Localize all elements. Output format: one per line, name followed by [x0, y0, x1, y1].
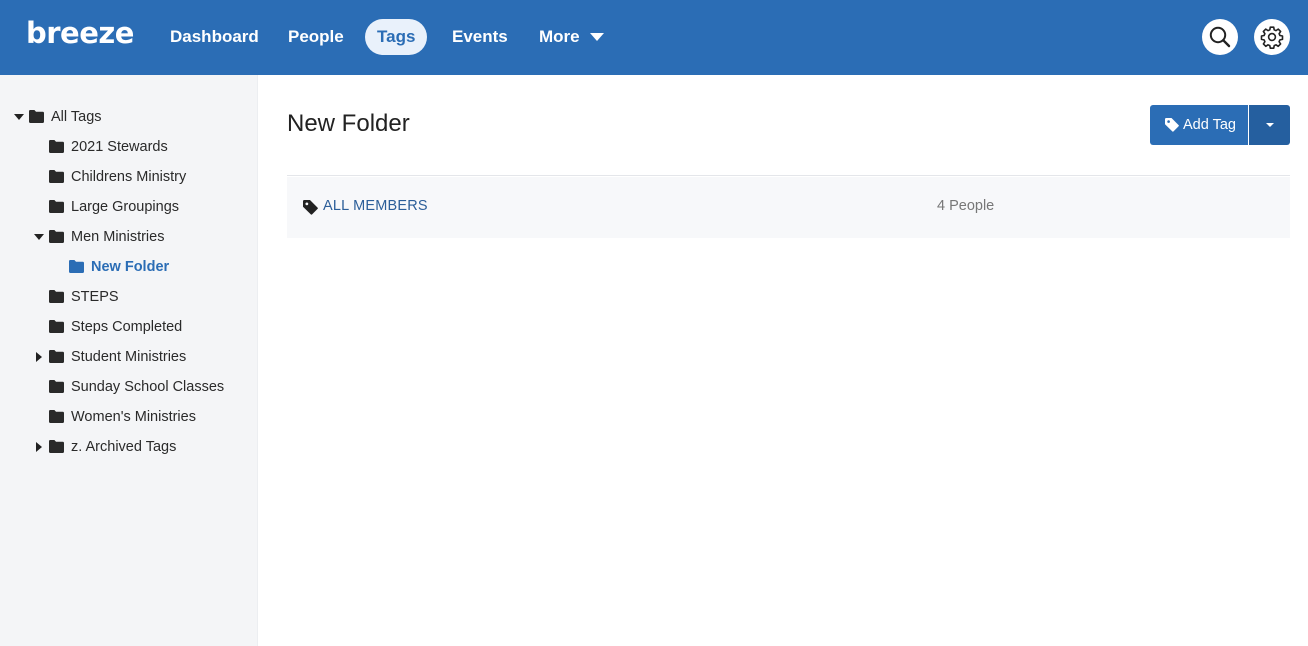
tree-item-steps-completed[interactable]: Steps Completed	[34, 315, 244, 339]
nav-more[interactable]: More	[527, 19, 616, 55]
table-row: ALL MEMBERS 4 People	[287, 177, 1290, 238]
add-tag-label: Add Tag	[1183, 117, 1236, 133]
folder-icon	[49, 380, 64, 393]
tree-item-label: Steps Completed	[71, 319, 183, 335]
folder-icon	[49, 230, 64, 243]
folder-icon	[49, 410, 64, 423]
tag-icon	[303, 200, 318, 215]
tree-item-womens-ministries[interactable]: Women's Ministries	[34, 405, 244, 429]
nav-events[interactable]: Events	[440, 19, 520, 55]
folder-icon	[49, 350, 64, 363]
caret-right-icon[interactable]	[34, 435, 44, 459]
tree-item-label: Childrens Ministry	[71, 169, 187, 185]
chevron-down-icon	[1266, 123, 1274, 127]
nav-tags[interactable]: Tags	[365, 19, 428, 55]
tag-link[interactable]: ALL MEMBERS	[323, 198, 428, 214]
tree-item-men-ministries[interactable]: Men Ministries	[34, 225, 244, 249]
chevron-down-icon	[589, 32, 604, 41]
tree-item-2021-stewards[interactable]: 2021 Stewards	[34, 135, 244, 159]
tree-item-label: New Folder	[91, 259, 170, 275]
top-navigation-bar: breeze Dashboard People Tags Events More	[0, 0, 1308, 75]
folder-icon	[49, 290, 64, 303]
folder-icon	[69, 260, 84, 273]
tree-item-label: STEPS	[71, 289, 119, 305]
tree-item-label: Men Ministries	[71, 229, 165, 245]
tree-item-student-ministries[interactable]: Student Ministries	[34, 345, 244, 369]
tree-item-large-groupings[interactable]: Large Groupings	[34, 195, 244, 219]
tree-item-label: Large Groupings	[71, 199, 180, 215]
tag-icon	[1165, 118, 1179, 132]
page-title: New Folder	[287, 110, 410, 137]
tag-tree-sidebar: All Tags 2021 Stewards Childrens Ministr…	[0, 75, 258, 646]
nav-dashboard[interactable]: Dashboard	[158, 19, 271, 55]
add-tag-button-group: Add Tag	[1150, 105, 1290, 145]
nav-people[interactable]: People	[276, 19, 356, 55]
nav-more-label: More	[539, 27, 580, 46]
tree-item-sunday-school-classes[interactable]: Sunday School Classes	[34, 375, 244, 399]
folder-icon	[29, 110, 44, 123]
tree-item-archived-tags[interactable]: z. Archived Tags	[34, 435, 244, 459]
folder-icon	[49, 320, 64, 333]
caret-down-icon[interactable]	[34, 225, 44, 249]
folder-icon	[49, 170, 64, 183]
tree-item-label: 2021 Stewards	[71, 139, 168, 155]
tree-item-childrens-ministry[interactable]: Childrens Ministry	[34, 165, 244, 189]
content-divider	[287, 175, 1290, 176]
tree-item-all-tags[interactable]: All Tags	[14, 105, 244, 129]
folder-icon	[49, 200, 64, 213]
tag-people-count: 4 People	[937, 198, 995, 214]
tree-item-label: Sunday School Classes	[71, 379, 225, 395]
settings-button[interactable]	[1254, 19, 1290, 55]
add-tag-button[interactable]: Add Tag	[1150, 105, 1248, 145]
search-button[interactable]	[1202, 19, 1238, 55]
add-tag-dropdown-toggle[interactable]	[1249, 105, 1290, 145]
tree-item-label: Student Ministries	[71, 349, 187, 365]
folder-icon	[49, 440, 64, 453]
search-icon	[1209, 26, 1231, 48]
caret-right-icon[interactable]	[34, 345, 44, 369]
tree-item-label: z. Archived Tags	[71, 439, 177, 455]
tree-item-new-folder[interactable]: New Folder	[54, 255, 244, 279]
tree-item-label: Women's Ministries	[71, 409, 196, 425]
caret-down-icon[interactable]	[14, 105, 24, 129]
folder-icon	[49, 140, 64, 153]
gear-icon	[1260, 26, 1284, 49]
breeze-logo[interactable]: breeze	[26, 16, 134, 50]
tree-item-label: All Tags	[51, 109, 102, 125]
tree-item-steps[interactable]: STEPS	[34, 285, 244, 309]
